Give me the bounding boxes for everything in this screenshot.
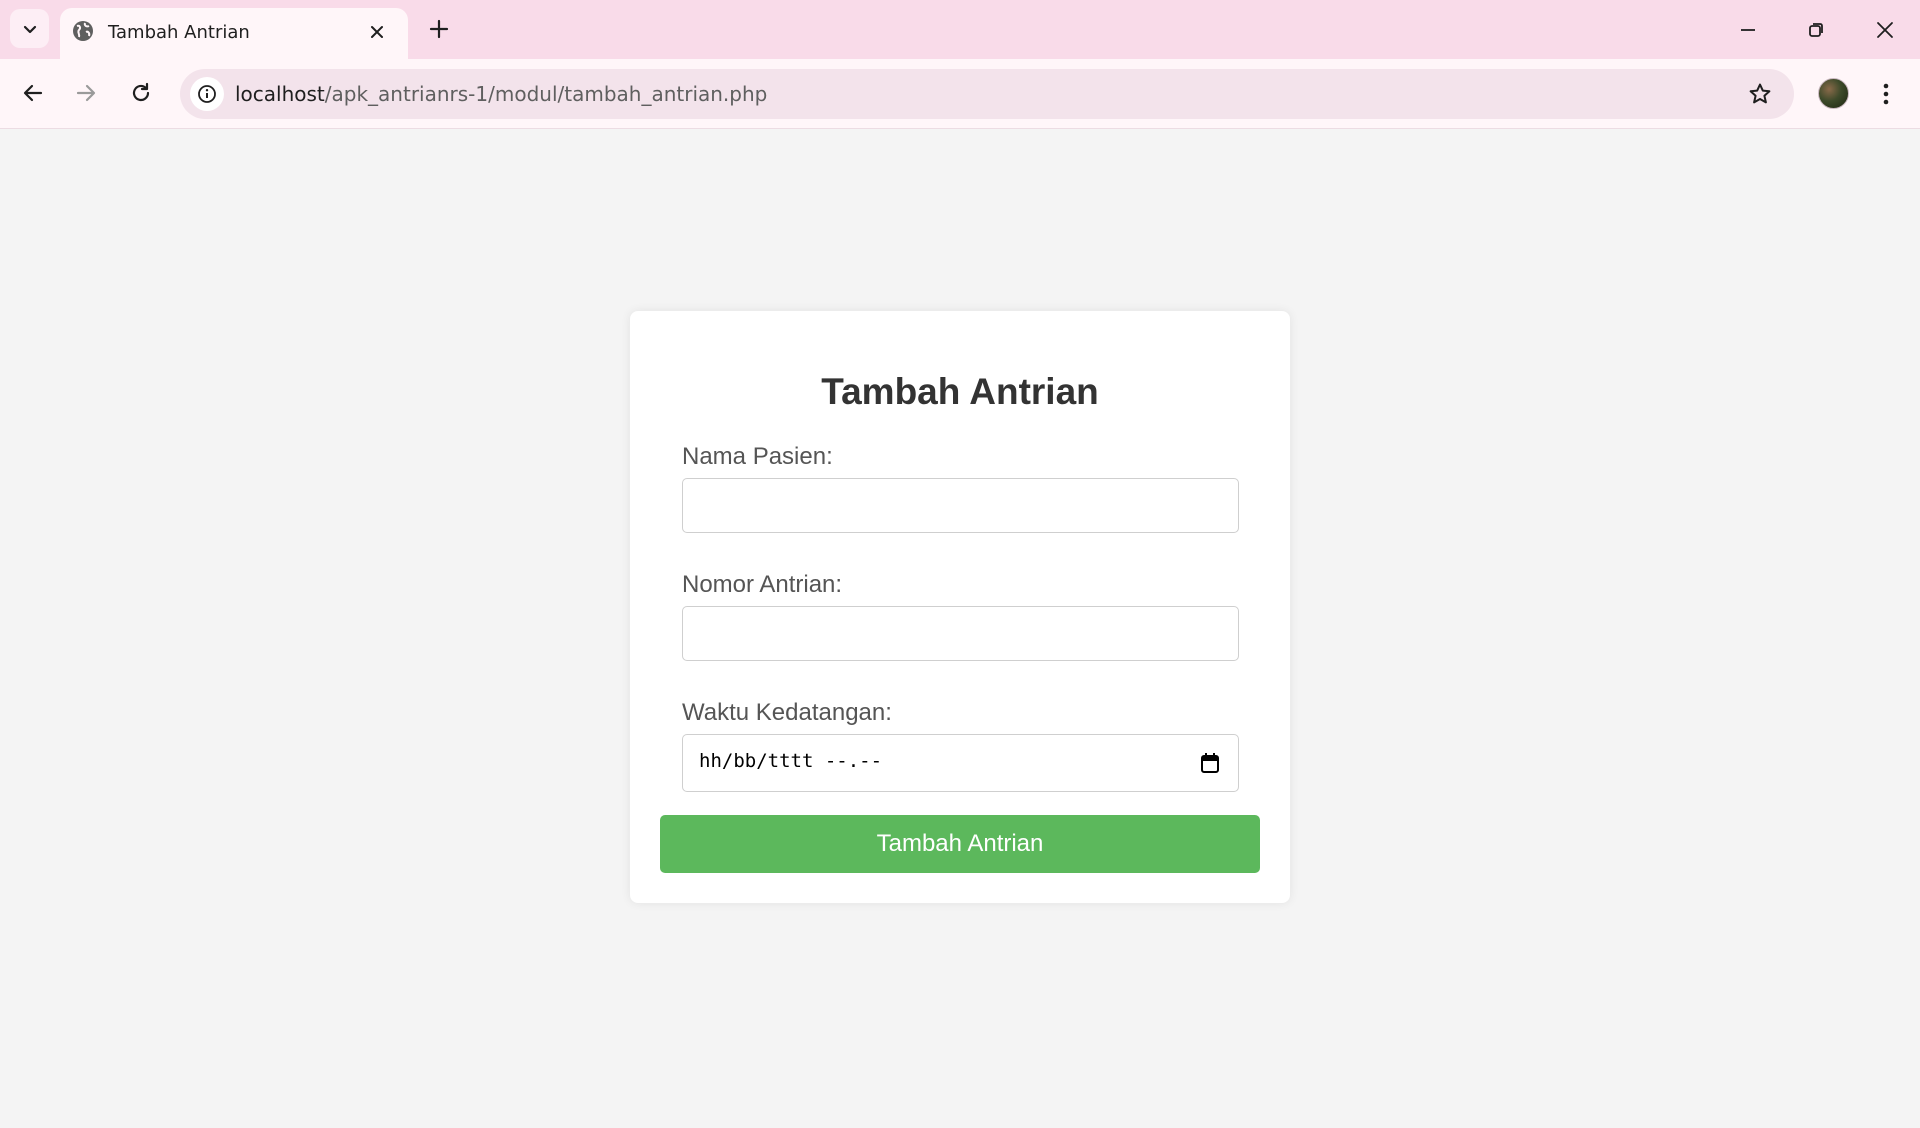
back-arrow-icon	[23, 84, 43, 102]
close-icon	[371, 26, 383, 38]
nomor-antrian-input[interactable]	[682, 606, 1239, 661]
browser-toolbar: localhost/apk_antrianrs-1/modul/tambah_a…	[0, 59, 1920, 129]
tab-list-button[interactable]	[10, 9, 49, 48]
calendar-icon[interactable]	[1200, 752, 1220, 774]
plus-icon	[429, 19, 449, 39]
forward-arrow-icon	[76, 84, 96, 102]
tab-strip: Tambah Antrian	[0, 0, 1920, 59]
globe-icon	[73, 21, 93, 41]
tab-close-button[interactable]	[364, 19, 390, 45]
restore-icon	[1809, 23, 1823, 37]
more-vert-icon	[1883, 83, 1889, 105]
profile-avatar[interactable]	[1818, 78, 1849, 109]
waktu-kedatangan-label: Waktu Kedatangan:	[682, 699, 892, 726]
form-title: Tambah Antrian	[821, 371, 1099, 412]
restore-button[interactable]	[1788, 8, 1844, 52]
url-path: /apk_antrianrs-1/modul/tambah_antrian.ph…	[324, 82, 768, 106]
star-icon	[1749, 83, 1771, 104]
nomor-antrian-label: Nomor Antrian:	[682, 571, 843, 598]
site-info-button[interactable]	[190, 77, 224, 111]
back-button[interactable]	[14, 74, 52, 112]
address-bar[interactable]: localhost/apk_antrianrs-1/modul/tambah_a…	[180, 69, 1794, 119]
reload-button[interactable]	[122, 74, 160, 112]
url-host: localhost	[235, 82, 325, 106]
url-text: localhost/apk_antrianrs-1/modul/tambah_a…	[235, 82, 767, 106]
info-icon	[198, 85, 216, 103]
waktu-kedatangan-input[interactable]: hh/bb/tttt --.--	[682, 734, 1239, 792]
active-tab[interactable]: Tambah Antrian	[60, 8, 408, 59]
bookmark-button[interactable]	[1746, 80, 1774, 108]
new-tab-button[interactable]	[424, 14, 454, 44]
datetime-placeholder: hh/bb/tttt --.--	[699, 750, 883, 772]
minimize-button[interactable]	[1720, 8, 1776, 52]
nama-pasien-input[interactable]	[682, 478, 1239, 533]
forward-button[interactable]	[67, 74, 105, 112]
nama-pasien-label: Nama Pasien:	[682, 443, 833, 470]
minimize-icon	[1741, 29, 1755, 31]
reload-icon	[132, 82, 150, 102]
form-card: Tambah Antrian Nama Pasien: Nomor Antria…	[630, 311, 1290, 903]
chevron-down-icon	[23, 25, 36, 33]
tambah-antrian-button[interactable]: Tambah Antrian	[660, 815, 1260, 873]
window-close-icon	[1877, 22, 1893, 38]
browser-menu-button[interactable]	[1870, 76, 1902, 112]
window-close-button[interactable]	[1857, 8, 1913, 52]
tab-title: Tambah Antrian	[108, 22, 250, 43]
